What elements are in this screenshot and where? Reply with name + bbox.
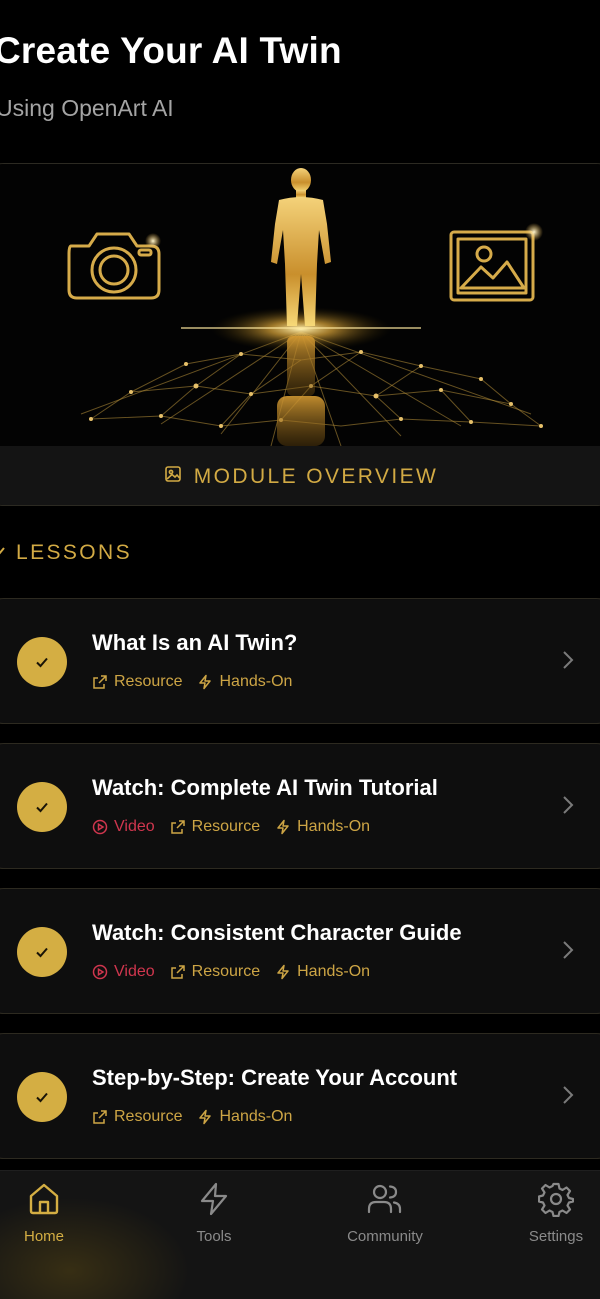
hands-on-tag: Hands-On bbox=[197, 1108, 292, 1126]
tab-settings[interactable]: Settings bbox=[501, 1181, 600, 1261]
chevron-down-icon bbox=[0, 544, 6, 563]
lesson-card[interactable]: Step-by-Step: Create Your Account Resour… bbox=[0, 1033, 600, 1159]
lesson-tags: Resource Hands-On bbox=[92, 1108, 292, 1126]
tab-home-label: Home bbox=[23, 1228, 64, 1245]
lesson-tags: Video Resource Hands-On bbox=[92, 818, 370, 836]
resource-tag: Resource bbox=[170, 818, 260, 836]
lightning-icon bbox=[199, 674, 212, 690]
tab-community[interactable]: Community bbox=[330, 1181, 440, 1261]
lesson-tags: Video Resource Hands-On bbox=[92, 963, 370, 981]
external-link-icon bbox=[170, 820, 185, 834]
page-title: Create Your AI Twin bbox=[0, 30, 342, 71]
lesson-title: Watch: Complete AI Twin Tutorial bbox=[92, 775, 438, 800]
tab-tools[interactable]: Tools bbox=[159, 1181, 269, 1261]
hero-illustration bbox=[0, 164, 600, 446]
tab-settings-label: Settings bbox=[528, 1228, 584, 1245]
bottom-tab-bar: Home Tools Community Settings bbox=[0, 1170, 600, 1299]
lightning-icon bbox=[199, 1109, 212, 1125]
lightning-icon bbox=[277, 964, 289, 980]
lessons-section-label: LESSONS bbox=[16, 541, 133, 564]
hands-on-tag: Hands-On bbox=[197, 673, 292, 691]
gear-icon bbox=[537, 1181, 575, 1222]
module-overview-button[interactable]: MODULE OVERVIEW bbox=[0, 446, 600, 505]
chevron-right-icon bbox=[561, 939, 575, 966]
play-circle-icon bbox=[92, 819, 108, 835]
external-link-icon bbox=[93, 675, 107, 689]
lightning-icon bbox=[196, 1181, 232, 1222]
hands-on-tag: Hands-On bbox=[275, 818, 370, 836]
external-link-icon bbox=[170, 965, 185, 979]
video-tag: Video bbox=[92, 818, 155, 836]
chevron-right-icon bbox=[561, 649, 575, 676]
tab-home[interactable]: Home bbox=[0, 1181, 99, 1261]
completed-check-icon bbox=[17, 782, 67, 832]
lesson-title: Watch: Consistent Character Guide bbox=[92, 920, 462, 945]
module-hero-card[interactable]: MODULE OVERVIEW bbox=[0, 163, 600, 506]
lesson-card[interactable]: What Is an AI Twin? Resource Hands-On bbox=[0, 598, 600, 724]
lesson-card[interactable]: Watch: Consistent Character Guide Video … bbox=[0, 888, 600, 1014]
lesson-title: Step-by-Step: Create Your Account bbox=[92, 1065, 458, 1090]
lightning-icon bbox=[277, 819, 289, 835]
resource-tag: Resource bbox=[92, 673, 182, 691]
users-icon bbox=[366, 1181, 404, 1222]
hands-on-tag: Hands-On bbox=[275, 963, 370, 981]
video-tag: Video bbox=[92, 963, 155, 981]
completed-check-icon bbox=[17, 1072, 67, 1122]
external-link-icon bbox=[93, 1110, 107, 1124]
lessons-section-header[interactable]: LESSONS bbox=[0, 541, 132, 565]
chevron-right-icon bbox=[561, 794, 575, 821]
page-subtitle: Using OpenArt AI bbox=[0, 95, 174, 121]
chevron-right-icon bbox=[561, 1084, 575, 1111]
lesson-tags: Resource Hands-On bbox=[92, 673, 292, 691]
tab-tools-label: Tools bbox=[196, 1228, 232, 1245]
resource-tag: Resource bbox=[92, 1108, 182, 1126]
play-circle-icon bbox=[92, 964, 108, 980]
lesson-title: What Is an AI Twin? bbox=[92, 630, 298, 655]
lesson-card[interactable]: Watch: Complete AI Twin Tutorial Video R… bbox=[0, 743, 600, 869]
resource-tag: Resource bbox=[170, 963, 260, 981]
module-overview-label: MODULE OVERVIEW bbox=[193, 464, 439, 488]
image-icon bbox=[164, 465, 182, 488]
home-icon bbox=[26, 1181, 62, 1222]
app-screen: Create Your AI Twin Using OpenArt AI MOD… bbox=[0, 0, 600, 1299]
completed-check-icon bbox=[17, 637, 67, 687]
tab-community-label: Community bbox=[347, 1228, 423, 1245]
completed-check-icon bbox=[17, 927, 67, 977]
